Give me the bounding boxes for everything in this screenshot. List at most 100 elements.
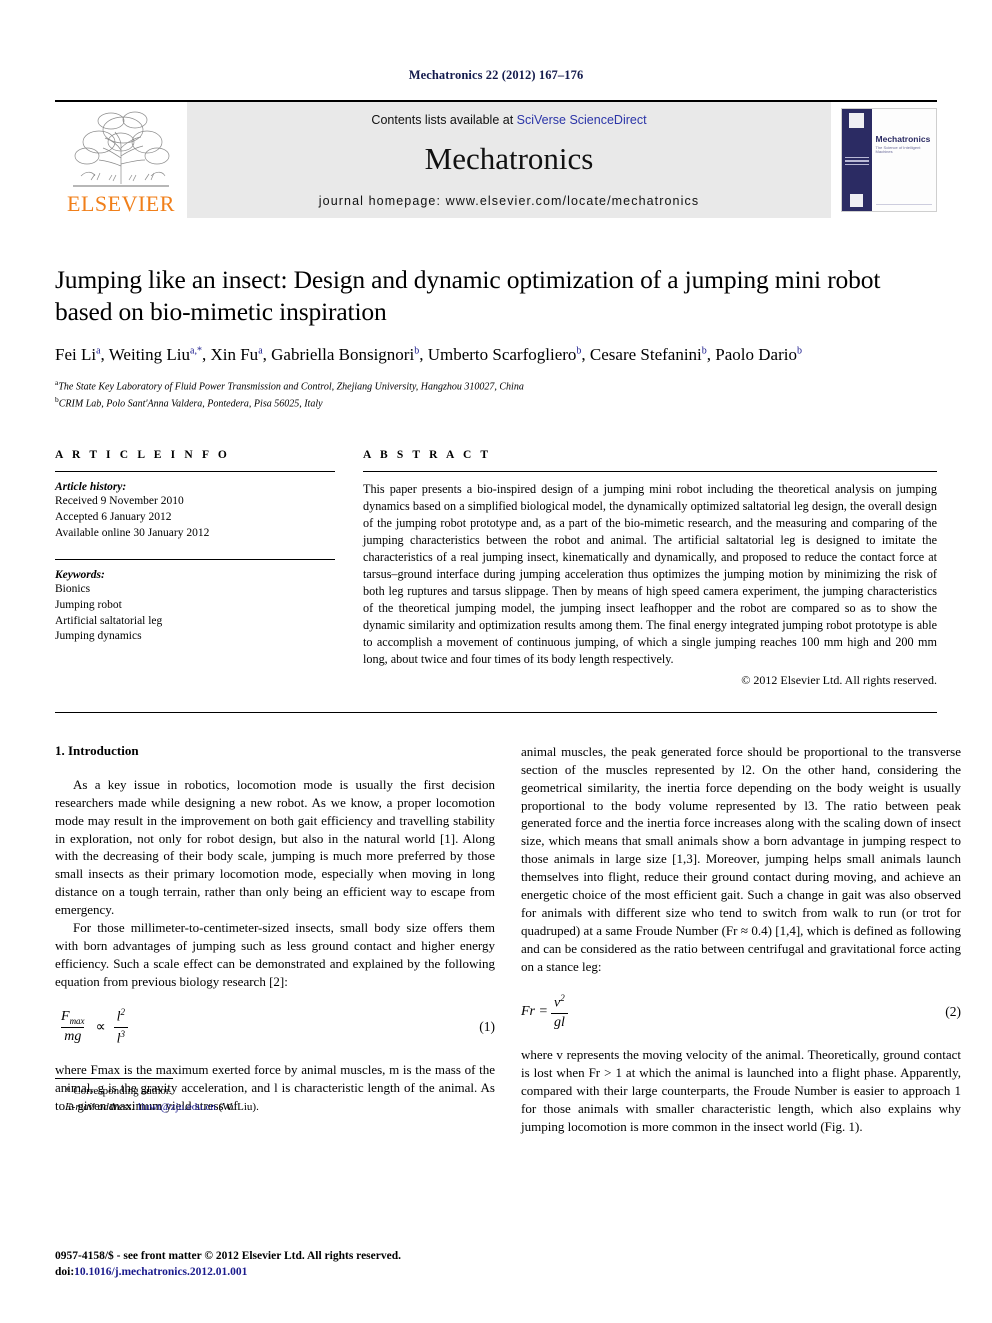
- eq2-denominator: gl: [550, 1012, 568, 1031]
- eq2-lhs: Fr =: [521, 1003, 548, 1019]
- author-affil-mark: b: [414, 345, 420, 357]
- history-accepted: Accepted 6 January 2012: [55, 511, 172, 524]
- author-item: Paolo Dariob: [715, 345, 802, 364]
- article-info-heading: A R T I C L E I N F O: [55, 449, 230, 462]
- equation-2-label: (2): [945, 1003, 961, 1019]
- doi-label: doi:: [55, 1266, 75, 1279]
- abstract-column: A B S T R A C T This paper presents a bi…: [363, 449, 937, 687]
- author-name: Paolo Dario: [715, 345, 797, 365]
- abstract-heading: A B S T R A C T: [363, 449, 492, 462]
- doi-value[interactable]: 10.1016/j.mechatronics.2012.01.001: [74, 1266, 247, 1278]
- body-column-right: animal muscles, the peak generated force…: [521, 743, 961, 1136]
- page-footer: 0957-4158/$ - see front matter © 2012 El…: [55, 1248, 495, 1281]
- author-affil-mark: b: [796, 345, 802, 357]
- contents-prefix: Contents lists available at: [371, 113, 517, 127]
- cover-title: Mechatronics: [875, 134, 931, 144]
- history-received: Received 9 November 2010: [55, 495, 184, 508]
- equation-1-right-fraction: l2 l3: [113, 1007, 128, 1048]
- author-affil-mark: b: [576, 345, 582, 357]
- cover-bottom-rule: [875, 203, 932, 205]
- footnote-email: E-mail address: liuwt@zju.edu.cn (W. Liu…: [55, 1100, 495, 1115]
- eq1-right-num: l2: [114, 1007, 128, 1027]
- email-owner: (W. Liu).: [218, 1100, 259, 1113]
- abstract-copyright: © 2012 Elsevier Ltd. All rights reserved…: [741, 672, 937, 687]
- info-abstract-row: A R T I C L E I N F O Article history: R…: [55, 449, 937, 687]
- paragraph: animal muscles, the peak generated force…: [521, 743, 961, 974]
- affiliation-item: aThe State Key Laboratory of Fluid Power…: [55, 378, 937, 395]
- contents-available-line: Contents lists available at SciVerse Sci…: [371, 113, 646, 127]
- affiliation-text: The State Key Laboratory of Fluid Power …: [58, 381, 524, 393]
- eq1-right-den: l3: [113, 1026, 128, 1048]
- author-affil-mark: b: [701, 345, 707, 357]
- journal-cover-thumbnail: Mechatronics The Science of Intelligent …: [841, 108, 937, 212]
- elsevier-logo: ELSEVIER: [55, 102, 187, 218]
- footnote-rule: [55, 1078, 173, 1080]
- cover-spine: [842, 109, 872, 211]
- author-affil-mark: a: [258, 345, 263, 357]
- author-item: Xin Fua: [210, 345, 262, 364]
- history-online: Available online 30 January 2012: [55, 526, 210, 539]
- footnote-text: Corresponding author.: [73, 1085, 172, 1098]
- author-name: Umberto Scarfogliero: [427, 345, 577, 365]
- eq1-right-num-exponent: 2: [120, 1006, 125, 1017]
- equation-1-left-fraction: Fmax mg: [58, 1009, 88, 1045]
- abstract-text: This paper presents a bio-inspired desig…: [363, 482, 937, 666]
- ifac-mark-icon: [850, 194, 864, 207]
- title-block: Jumping like an insect: Design and dynam…: [55, 264, 937, 411]
- author-name: Xin Fu: [210, 345, 259, 365]
- article-history-label: Article history:: [55, 481, 127, 494]
- eq2-numerator: v2: [551, 993, 568, 1013]
- author-list: Fei Lia, Weiting Liua,*, Xin Fua, Gabrie…: [55, 345, 802, 365]
- keyword-item: Jumping robot: [55, 598, 122, 611]
- affiliation-item: bCRIM Lab, Polo Sant'Anna Valdera, Ponte…: [55, 395, 937, 412]
- footnote-mark: *: [65, 1085, 71, 1098]
- sciencedirect-link[interactable]: SciVerse ScienceDirect: [517, 113, 647, 127]
- journal-masthead: ELSEVIER Contents lists available at Sci…: [55, 100, 937, 218]
- eq1-numerator: Fmax: [58, 1009, 88, 1027]
- eq2-num-exponent: 2: [560, 993, 565, 1004]
- elsevier-tree-icon: [73, 111, 170, 187]
- eq1-num-subscript: max: [69, 1016, 85, 1026]
- publisher-mark-icon: [849, 113, 865, 128]
- issn-line: 0957-4158/$ - see front matter © 2012 El…: [55, 1249, 401, 1262]
- author-item: Weiting Liua,*: [109, 345, 202, 364]
- journal-band: Contents lists available at SciVerse Sci…: [187, 102, 831, 218]
- journal-title: Mechatronics: [424, 141, 594, 176]
- keyword-item: Artificial saltatorial leg: [55, 614, 163, 627]
- eq1-right-den-exponent: 3: [120, 1028, 125, 1039]
- spine-text-lines: [844, 155, 869, 168]
- author-item: Cesare Stefaninib: [590, 345, 707, 364]
- footnote-area: * Corresponding author. E-mail address: …: [55, 1078, 495, 1115]
- equation-1-label: (1): [479, 1019, 495, 1035]
- body-column-left: 1. Introduction As a key issue in roboti…: [55, 743, 495, 1115]
- equation-2: Fr = v2 gl (2): [521, 992, 961, 1032]
- email-link[interactable]: liuwt@zju.edu.cn: [138, 1101, 216, 1113]
- article-history-block: Article history: Received 9 November 201…: [55, 471, 335, 542]
- paragraph: As a key issue in robotics, locomotion m…: [55, 776, 495, 918]
- keyword-item: Jumping dynamics: [55, 630, 142, 643]
- journal-homepage[interactable]: journal homepage: www.elsevier.com/locat…: [319, 194, 699, 208]
- eq1-operator: ∝: [95, 1019, 106, 1035]
- author-affil-mark: a,*: [190, 345, 202, 357]
- author-item: Umberto Scarfoglierob: [428, 345, 582, 364]
- paragraph-after-eq2: where v represents the moving velocity o…: [521, 1046, 961, 1134]
- paragraph: For those millimeter-to-centimeter-sized…: [55, 920, 495, 990]
- author-item: Fei Lia: [55, 345, 101, 364]
- author-name: Weiting Liu: [108, 345, 191, 365]
- author-name: Gabriella Bonsignori: [271, 345, 415, 365]
- section-divider: [55, 711, 937, 713]
- body-columns: 1. Introduction As a key issue in roboti…: [55, 743, 961, 1136]
- equation-2-body: Fr = v2 gl: [521, 993, 571, 1031]
- paper-title: Jumping like an insect: Design and dynam…: [55, 265, 881, 327]
- equation-1: Fmax mg ∝ l2 l3 (1): [55, 1007, 495, 1047]
- eq1-denominator: mg: [61, 1027, 85, 1045]
- article-info-column: A R T I C L E I N F O Article history: R…: [55, 449, 335, 645]
- cover-subtitle: The Science of Intelligent Machines: [875, 144, 921, 155]
- affiliation-list: aThe State Key Laboratory of Fluid Power…: [55, 378, 937, 411]
- equation-2-fraction: v2 gl: [550, 993, 568, 1031]
- keywords-label: Keywords:: [55, 568, 105, 581]
- doi-line: doi:10.1016/j.mechatronics.2012.01.001: [55, 1264, 495, 1281]
- footnote-corresponding-author: * Corresponding author.: [55, 1084, 495, 1099]
- elsevier-wordmark: ELSEVIER: [67, 191, 175, 216]
- author-name: Fei Li: [55, 345, 97, 365]
